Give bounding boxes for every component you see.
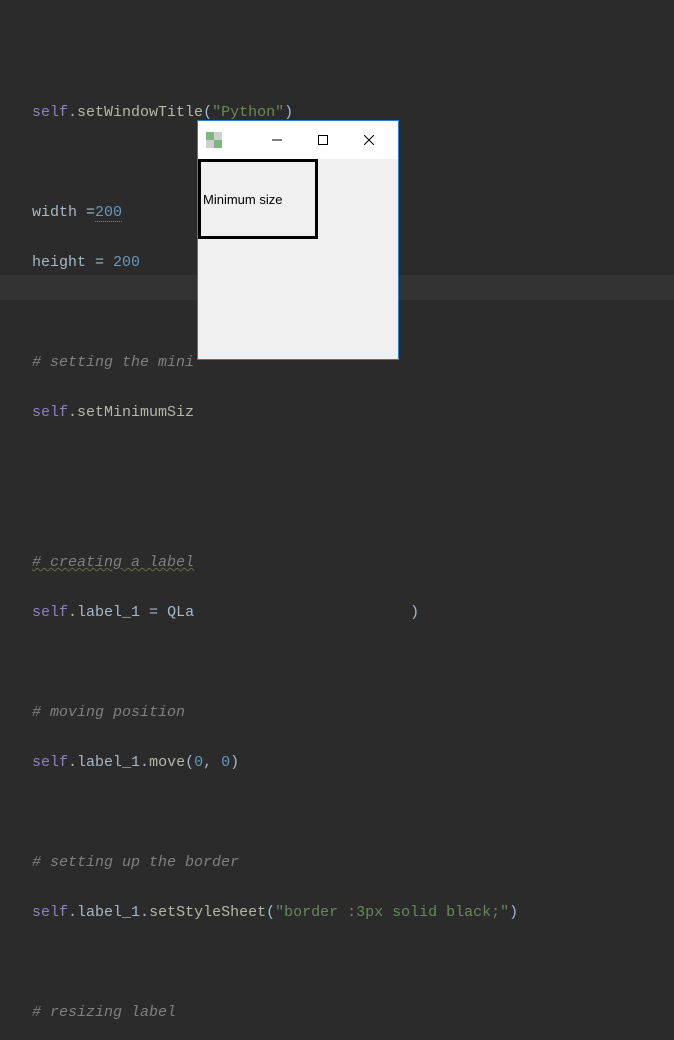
code-line: # resizing label xyxy=(32,1000,674,1025)
label-text: Minimum size xyxy=(203,187,282,212)
minimize-button[interactable] xyxy=(254,121,300,159)
minimize-icon xyxy=(272,135,282,145)
maximize-icon xyxy=(318,135,328,145)
code-line: # creating a label xyxy=(32,550,674,575)
app-window[interactable]: Minimum size xyxy=(197,120,399,360)
window-client-area: Minimum size xyxy=(198,159,398,359)
code-line: self.label_1 = QLa ) xyxy=(32,600,674,625)
code-line: # moving position xyxy=(32,700,674,725)
close-icon xyxy=(364,135,374,145)
label-minimum-size: Minimum size xyxy=(198,159,318,239)
code-line: # setting up the border xyxy=(32,850,674,875)
window-icon xyxy=(206,132,222,148)
code-line xyxy=(32,500,674,525)
code-line xyxy=(32,650,674,675)
code-line xyxy=(32,950,674,975)
code-line: self.label_1.setStyleSheet("border :3px … xyxy=(32,900,674,925)
maximize-button[interactable] xyxy=(300,121,346,159)
code-line: self.label_1.move(0, 0) xyxy=(32,750,674,775)
window-titlebar[interactable] xyxy=(198,121,398,159)
code-line xyxy=(32,450,674,475)
close-button[interactable] xyxy=(346,121,392,159)
code-line xyxy=(32,800,674,825)
code-line: self.setMinimumSiz xyxy=(32,400,674,425)
